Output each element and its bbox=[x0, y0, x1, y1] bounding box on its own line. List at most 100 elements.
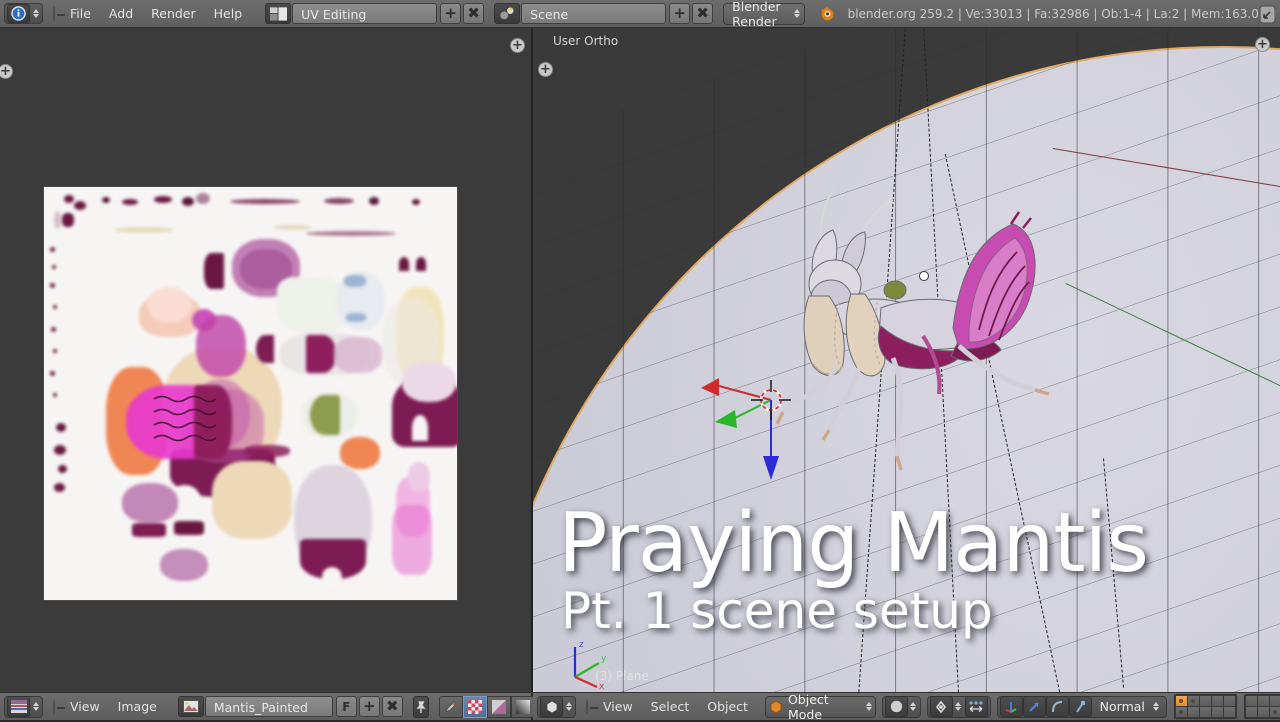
orientation-icon[interactable] bbox=[1068, 696, 1092, 717]
uv-menu-view[interactable]: View bbox=[61, 696, 109, 718]
svg-text:y: y bbox=[601, 654, 607, 664]
viewport-object-label: (3) Plane bbox=[595, 669, 649, 683]
blender-logo-icon bbox=[819, 5, 836, 22]
rotate-manipulator-icon[interactable] bbox=[1022, 696, 1046, 717]
zdepth-display-icon[interactable] bbox=[510, 695, 535, 718]
layer-cell[interactable] bbox=[1211, 696, 1223, 706]
paint-brush-icon[interactable] bbox=[438, 695, 463, 718]
uv-image-editor-icon bbox=[7, 696, 30, 717]
scene-layers-group-2[interactable] bbox=[1243, 694, 1280, 719]
pivot-and-snap-group[interactable] bbox=[926, 695, 991, 718]
delete-scene-button[interactable]: ✖ bbox=[692, 3, 714, 24]
layer-cell[interactable] bbox=[1269, 696, 1280, 706]
scene-name-field[interactable]: Scene bbox=[521, 3, 667, 24]
top-header-bar: File Add Render Help UV Editing + ✖ Scen… bbox=[0, 0, 1280, 29]
pivot-spinner[interactable] bbox=[954, 702, 963, 711]
transform-orientation-label: Normal bbox=[1099, 699, 1145, 714]
menu-render[interactable]: Render bbox=[142, 3, 205, 25]
uv-menu-image[interactable]: Image bbox=[109, 696, 166, 718]
layer-cell[interactable] bbox=[1257, 696, 1269, 706]
info-editor-icon bbox=[7, 4, 30, 23]
layer-cell[interactable] bbox=[1187, 707, 1199, 717]
editor-type-selector[interactable] bbox=[4, 3, 43, 24]
alpha-display-icon[interactable] bbox=[486, 695, 511, 718]
pivot-median-icon[interactable] bbox=[929, 696, 953, 717]
orientation-spinner[interactable] bbox=[1152, 702, 1161, 711]
editor-type-spinner[interactable] bbox=[31, 9, 40, 18]
overlay-title: Praying Mantis bbox=[558, 496, 1149, 591]
delete-screen-layout-button[interactable]: ✖ bbox=[463, 3, 485, 24]
3d-menu-object[interactable]: Object bbox=[698, 696, 757, 718]
layer-cell[interactable] bbox=[1175, 707, 1187, 717]
image-name-field[interactable]: Mantis_Painted bbox=[204, 696, 333, 717]
transform-manipulator[interactable] bbox=[693, 348, 823, 488]
svg-text:x: x bbox=[599, 682, 605, 692]
svg-text:z: z bbox=[579, 640, 584, 650]
uv-collapse-menu-button[interactable] bbox=[53, 698, 65, 715]
solid-shading-icon bbox=[884, 696, 908, 717]
3d-editor-type-spinner[interactable] bbox=[564, 702, 573, 711]
render-engine-dropdown[interactable]: Blender Render bbox=[723, 0, 805, 29]
uv-image-editor-area: + + bbox=[0, 28, 531, 692]
unlink-image-button[interactable]: ✖ bbox=[381, 696, 403, 717]
layer-cell[interactable] bbox=[1269, 707, 1280, 717]
3d-menu-view[interactable]: View bbox=[594, 696, 642, 718]
layer-cell[interactable] bbox=[1245, 696, 1257, 706]
interaction-mode-label: Object Mode bbox=[787, 691, 829, 722]
scene-layers-group-1[interactable] bbox=[1173, 694, 1237, 719]
3d-collapse-menu-button[interactable] bbox=[586, 698, 598, 715]
fake-user-button[interactable]: F bbox=[335, 696, 357, 717]
translate-manipulator-icon[interactable] bbox=[999, 696, 1023, 717]
layer-cell[interactable] bbox=[1223, 696, 1235, 706]
layer-cell[interactable] bbox=[1245, 707, 1257, 717]
interaction-mode-dropdown[interactable]: Object Mode bbox=[764, 692, 876, 722]
viewport-view-label: User Ortho bbox=[553, 34, 619, 48]
collapse-menu-button[interactable] bbox=[53, 5, 65, 22]
menu-add[interactable]: Add bbox=[100, 3, 142, 25]
snap-magnet-icon[interactable] bbox=[964, 696, 988, 717]
render-engine-spinner[interactable] bbox=[793, 9, 800, 18]
viewport-shading-dropdown[interactable] bbox=[881, 695, 921, 718]
3d-viewport-footer: View Select Object Object Mode Normal bbox=[533, 692, 1280, 722]
layer-cell[interactable] bbox=[1175, 696, 1187, 706]
3d-viewport-area[interactable]: User Ortho + + z y x (3) Plane Praying M… bbox=[533, 28, 1280, 692]
layer-cell[interactable] bbox=[1199, 696, 1211, 706]
layer-cell[interactable] bbox=[1223, 707, 1235, 717]
shading-spinner[interactable] bbox=[909, 702, 918, 711]
overlay-subtitle: Pt. 1 scene setup bbox=[561, 582, 993, 640]
render-engine-label: Blender Render bbox=[732, 0, 781, 29]
layer-cell[interactable] bbox=[1257, 707, 1269, 717]
screen-layout-field[interactable]: UV Editing bbox=[292, 3, 438, 24]
layer-cell[interactable] bbox=[1199, 707, 1211, 717]
menu-file[interactable]: File bbox=[61, 3, 100, 25]
manipulator-group[interactable]: Normal bbox=[996, 695, 1167, 718]
pin-icon[interactable] bbox=[412, 695, 429, 718]
checker-display-icon[interactable] bbox=[462, 695, 487, 718]
3d-view-editor-icon bbox=[540, 696, 563, 717]
uv-texture-image[interactable] bbox=[43, 186, 458, 601]
uv-editor-footer: View Image Mantis_Painted F + ✖ bbox=[0, 692, 562, 720]
uv-editor-type-selector[interactable] bbox=[4, 695, 43, 718]
layer-cell[interactable] bbox=[1187, 696, 1199, 706]
viewport-panel-toggle-left[interactable]: + bbox=[538, 62, 553, 77]
screen-layout-icon bbox=[265, 3, 292, 24]
add-screen-layout-button[interactable]: + bbox=[440, 3, 462, 24]
uv-panel-toggle-top[interactable]: + bbox=[510, 38, 525, 53]
resize-grip-icon[interactable] bbox=[1258, 3, 1278, 29]
layer-cell[interactable] bbox=[1211, 707, 1223, 717]
add-scene-button[interactable]: + bbox=[669, 3, 691, 24]
new-image-button[interactable]: + bbox=[358, 696, 380, 717]
uv-editor-type-spinner[interactable] bbox=[31, 702, 40, 711]
scale-manipulator-icon[interactable] bbox=[1045, 696, 1069, 717]
object-mode-icon bbox=[769, 700, 783, 714]
menu-help[interactable]: Help bbox=[205, 3, 252, 25]
status-info-text: blender.org 259.2 | Ve:33013 | Fa:32986 … bbox=[847, 6, 1280, 21]
scene-datablock-icon bbox=[494, 3, 521, 24]
3d-editor-type-selector[interactable] bbox=[537, 695, 576, 718]
viewport-panel-toggle-right[interactable]: + bbox=[1255, 37, 1270, 52]
mode-spinner[interactable] bbox=[865, 702, 872, 711]
3d-menu-select[interactable]: Select bbox=[642, 696, 699, 718]
uv-panel-toggle-left[interactable]: + bbox=[0, 64, 13, 79]
mini-axis-gizmo: z y x bbox=[573, 640, 607, 692]
image-datablock-icon bbox=[177, 696, 204, 717]
